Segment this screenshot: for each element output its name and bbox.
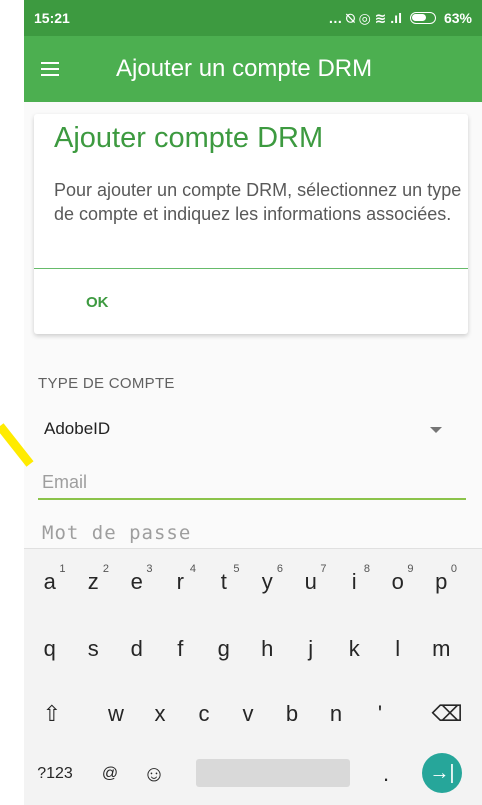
- key-a[interactable]: a1: [28, 557, 72, 607]
- app-bar-title: Ajouter un compte DRM: [116, 55, 373, 82]
- key-g[interactable]: g: [202, 624, 246, 674]
- key-v[interactable]: v: [226, 689, 270, 739]
- ok-button[interactable]: OK: [86, 294, 109, 311]
- key-c[interactable]: c: [182, 689, 226, 739]
- soft-keyboard: →| a 1 z 2 e 3 r 4 t 5 y 6 u 7 i 8 o 9 p 0 q s d f g h j k l m ⇧ w x c v b n…: [24, 548, 482, 805]
- key-k[interactable]: k: [333, 624, 377, 674]
- key-n[interactable]: n: [314, 689, 358, 739]
- phone-screen: 15:21 … ⍉ ◎ ≋ .ıl 63% Ajouter un compte …: [24, 0, 482, 805]
- email-field[interactable]: Email: [38, 462, 466, 500]
- hamburger-menu-icon[interactable]: [24, 36, 76, 102]
- emoji-key[interactable]: ☺: [132, 749, 176, 799]
- key-d[interactable]: d: [115, 624, 159, 674]
- key-h[interactable]: h: [246, 624, 290, 674]
- key-s[interactable]: s: [72, 624, 116, 674]
- annotation-arrow: [0, 423, 34, 467]
- battery-percent: 63%: [443, 10, 472, 26]
- status-time: 15:21: [34, 10, 70, 26]
- battery-icon: [409, 12, 436, 24]
- key-e[interactable]: e3: [115, 557, 159, 607]
- key-b[interactable]: b: [270, 689, 314, 739]
- info-dialog: Ajouter compte DRM Pour ajouter un compt…: [34, 114, 468, 334]
- email-placeholder: Email: [42, 472, 88, 492]
- symbols-key[interactable]: ?123: [30, 749, 80, 799]
- key-i[interactable]: i8: [333, 557, 377, 607]
- key-apostrophe[interactable]: ': [358, 689, 402, 739]
- key-q[interactable]: q: [28, 624, 72, 674]
- dialog-title: Ajouter compte DRM: [54, 122, 324, 154]
- key-l[interactable]: l: [376, 624, 420, 674]
- account-type-value: AdobeID: [44, 419, 111, 438]
- app-bar: Ajouter un compte DRM: [24, 36, 482, 102]
- at-key[interactable]: @: [90, 749, 130, 799]
- password-field[interactable]: Mot de passe: [38, 512, 466, 548]
- shift-key[interactable]: ⇧: [28, 689, 76, 739]
- enter-key[interactable]: →|: [422, 753, 462, 793]
- key-r[interactable]: r4: [159, 557, 203, 607]
- key-x[interactable]: x: [138, 689, 182, 739]
- period-key[interactable]: .: [366, 749, 406, 799]
- key-m[interactable]: m: [420, 624, 464, 674]
- key-w[interactable]: w: [94, 689, 138, 739]
- key-f[interactable]: f: [159, 624, 203, 674]
- space-key[interactable]: [196, 759, 350, 787]
- key-u[interactable]: u7: [289, 557, 333, 607]
- key-y[interactable]: y6: [246, 557, 290, 607]
- account-type-label: TYPE DE COMPTE: [38, 375, 175, 392]
- status-icons: … ⍉ ◎ ≋ .ıl 63%: [328, 10, 472, 27]
- status-bar: 15:21 … ⍉ ◎ ≋ .ıl 63%: [24, 0, 482, 36]
- backspace-key[interactable]: ⌫: [420, 689, 474, 739]
- account-type-select[interactable]: AdobeID: [24, 405, 482, 449]
- dialog-message: Pour ajouter un compte DRM, sélectionnez…: [54, 180, 462, 224]
- key-o[interactable]: o9: [376, 557, 420, 607]
- key-z[interactable]: z2: [72, 557, 116, 607]
- key-p[interactable]: p0: [420, 557, 464, 607]
- key-j[interactable]: j: [289, 624, 333, 674]
- dialog-divider: [34, 268, 468, 269]
- password-placeholder: Mot de passe: [42, 522, 192, 544]
- signal-icons: … ⍉ ◎ ≋ .ıl: [328, 9, 402, 26]
- dropdown-arrow-icon: [430, 427, 442, 433]
- key-t[interactable]: t5: [202, 557, 246, 607]
